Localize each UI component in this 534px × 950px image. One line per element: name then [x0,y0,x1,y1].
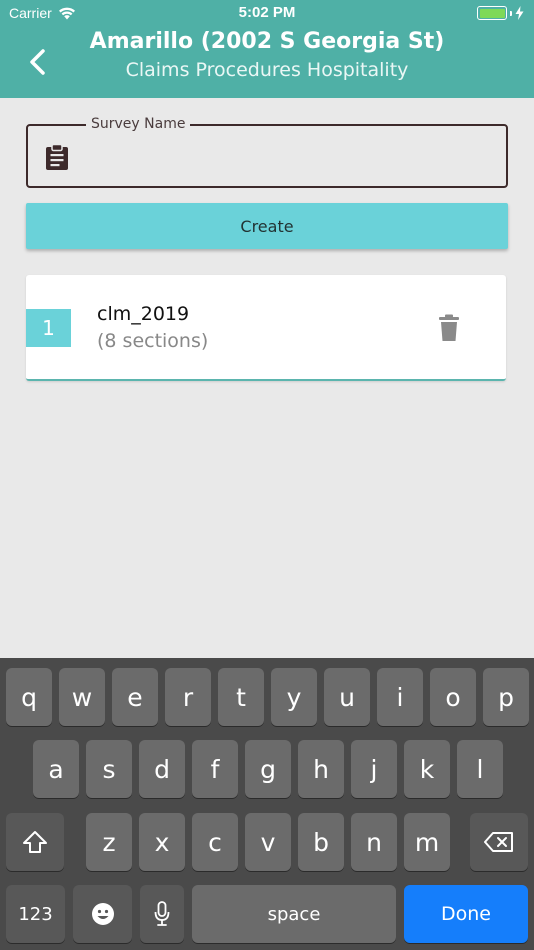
key-x[interactable]: x [139,813,185,871]
key-n[interactable]: n [351,813,397,871]
key-l[interactable]: l [457,740,503,798]
trash-icon[interactable] [436,314,462,342]
emoji-icon [91,903,114,925]
key-o[interactable]: o [430,668,476,726]
key-r[interactable]: r [165,668,211,726]
microphone-icon [154,901,170,926]
key-c[interactable]: c [192,813,238,871]
key-f[interactable]: f [192,740,238,798]
survey-section-count: (8 sections) [97,330,209,352]
dictation-key[interactable] [140,885,184,943]
shift-key[interactable] [6,813,64,871]
key-a[interactable]: a [33,740,79,798]
key-i[interactable]: i [377,668,423,726]
ios-keyboard: q w e r t y u i o p a s d f g h j k l z … [0,658,534,950]
key-y[interactable]: y [271,668,317,726]
key-q[interactable]: q [6,668,52,726]
delete-key[interactable] [470,813,528,871]
done-key[interactable]: Done [404,885,528,943]
key-k[interactable]: k [404,740,450,798]
charging-bolt-icon [515,6,524,20]
page-subtitle: Claims Procedures Hospitality [125,59,409,81]
page-title: Amarillo (2002 S Georgia St) [89,29,445,54]
key-p[interactable]: p [483,668,529,726]
key-z[interactable]: z [86,813,132,871]
survey-name: clm_2019 [97,303,190,325]
survey-number-badge: 1 [26,309,71,347]
key-g[interactable]: g [245,740,291,798]
key-j[interactable]: j [351,740,397,798]
key-u[interactable]: u [324,668,370,726]
clipboard-icon [46,144,68,170]
key-w[interactable]: w [59,668,105,726]
key-e[interactable]: e [112,668,158,726]
create-button[interactable]: Create [26,203,508,249]
status-time: 5:02 PM [238,4,296,21]
header-titles: Amarillo (2002 S Georgia St) Claims Proc… [0,28,534,84]
key-d[interactable]: d [139,740,185,798]
battery-icon [477,6,524,20]
nav-header: Carrier 5:02 PM Amarillo (2002 S Georgia… [0,0,534,98]
emoji-key[interactable] [73,885,132,943]
key-t[interactable]: t [218,668,264,726]
survey-name-label: Survey Name [86,116,191,132]
shift-arrow-icon [23,831,47,853]
key-s[interactable]: s [86,740,132,798]
survey-name-field[interactable]: Survey Name [26,116,508,188]
key-v[interactable]: v [245,813,291,871]
survey-card[interactable]: 1 clm_2019 (8 sections) [26,275,506,381]
numbers-key[interactable]: 123 [6,885,65,943]
backspace-icon [484,832,513,852]
survey-name-input[interactable] [84,138,494,174]
status-bar: Carrier 5:02 PM [0,0,534,28]
key-m[interactable]: m [404,813,450,871]
key-b[interactable]: b [298,813,344,871]
key-h[interactable]: h [298,740,344,798]
space-key[interactable]: space [192,885,396,943]
